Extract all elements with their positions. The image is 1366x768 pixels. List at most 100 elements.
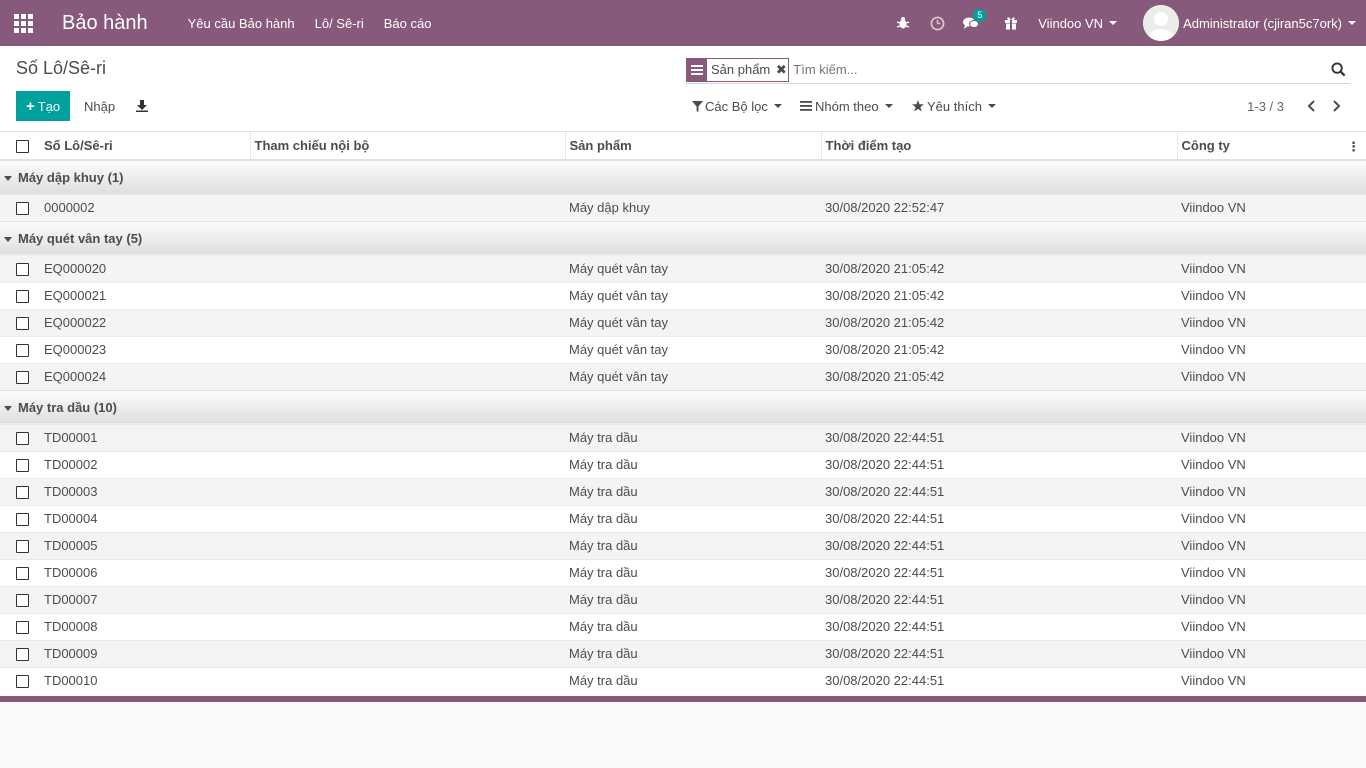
select-all-checkbox[interactable] (16, 140, 29, 154)
cell-date: 30/08/2020 22:44:51 (821, 585, 1177, 613)
column-header-company[interactable]: Công ty ⋮ (1176, 132, 1366, 161)
cell-lot: TD00002 (40, 450, 250, 478)
user-menu[interactable]: Administrator (cjiran5c7ork) (1143, 5, 1356, 41)
row-checkbox[interactable] (16, 675, 29, 689)
cell-product: Máy tra dầu (565, 477, 821, 505)
cell-product: Máy dập khuy (565, 193, 821, 221)
row-checkbox[interactable] (16, 594, 29, 608)
table-row[interactable]: 0000002 Máy dập khuy 30/08/2020 22:52:47 Vi… (0, 193, 1366, 221)
cell-lot: 0000002 (40, 193, 250, 221)
column-header-ref[interactable]: Tham chiếu nội bộ (249, 132, 565, 161)
row-checkbox[interactable] (16, 263, 29, 277)
row-checkbox[interactable] (16, 513, 29, 527)
group-row[interactable]: Máy dập khuy (1) (0, 159, 1366, 194)
chevron-left-icon[interactable] (1298, 93, 1324, 119)
table-row[interactable]: EQ000020 Máy quét vân tay 30/08/2020 21:05… (0, 254, 1366, 282)
row-checkbox[interactable] (16, 371, 29, 385)
row-checkbox[interactable] (16, 459, 29, 473)
favorites-dropdown[interactable]: Yêu thích (912, 91, 996, 121)
cell-product: Máy tra dầu (565, 450, 821, 478)
cell-company: Viindoo VN (1177, 423, 1366, 451)
table-body: Máy dập khuy (1) 0000002 Máy dập khuy 30/08… (0, 159, 1366, 694)
app-title[interactable]: Bảo hành (62, 12, 148, 35)
caret-down-icon (4, 405, 12, 411)
cell-lot: EQ000020 (40, 254, 250, 282)
table-row[interactable]: TD00009 Máy tra dầu 30/08/2020 22:44:51 Vii… (0, 639, 1366, 667)
row-select-cell (0, 362, 40, 390)
row-checkbox[interactable] (16, 621, 29, 635)
group-row[interactable]: Máy tra dầu (10) (0, 389, 1366, 424)
chevron-right-icon[interactable] (1324, 93, 1350, 119)
search-icon[interactable] (1326, 62, 1350, 77)
table-row[interactable]: TD00007 Máy tra dầu 30/08/2020 22:44:51 Vii… (0, 585, 1366, 613)
group-row[interactable]: Máy quét vân tay (5) (0, 220, 1366, 255)
groupby-dropdown[interactable]: Nhóm theo (800, 91, 893, 121)
table-row[interactable]: EQ000023 Máy quét vân tay 30/08/2020 21:05… (0, 335, 1366, 363)
menu-lots-serials[interactable]: Lô/ Sê-ri (315, 16, 364, 31)
cell-product: Máy quét vân tay (565, 254, 821, 282)
row-checkbox[interactable] (16, 486, 29, 500)
table-row[interactable]: TD00005 Máy tra dầu 30/08/2020 22:44:51 Vii… (0, 531, 1366, 559)
row-checkbox[interactable] (16, 567, 29, 581)
navbar-systray: 5 Viindoo VN Administrator (cjiran5c7ork… (886, 0, 1366, 46)
pager-value[interactable]: 1-3 / 3 (1247, 99, 1284, 114)
lot-serial-table: Số Lô/Sê-ri Tham chiếu nội bộ Sản phẩm T… (0, 132, 1366, 694)
facet-value: Sản phẩm (711, 62, 771, 77)
row-select-cell (0, 193, 40, 221)
table-row[interactable]: TD00008 Máy tra dầu 30/08/2020 22:44:51 Vii… (0, 612, 1366, 640)
table-row[interactable]: TD00010 Máy tra dầu 30/08/2020 22:44:51 Vii… (0, 666, 1366, 694)
search-input[interactable] (793, 58, 1326, 81)
create-button[interactable]: + Tạo (16, 91, 71, 121)
table-row[interactable]: TD00003 Máy tra dầu 30/08/2020 22:44:51 Vii… (0, 477, 1366, 505)
clock-icon[interactable] (920, 0, 954, 46)
cell-company: Viindoo VN (1177, 450, 1366, 478)
column-header-lot[interactable]: Số Lô/Sê-ri (40, 132, 250, 161)
column-header-company-label: Công ty (1181, 138, 1230, 153)
row-checkbox[interactable] (16, 540, 29, 554)
cell-product: Máy tra dầu (565, 585, 821, 613)
apps-grid-icon[interactable] (0, 0, 46, 46)
chevron-down-icon (987, 104, 996, 108)
table-row[interactable]: EQ000021 Máy quét vân tay 30/08/2020 21:05… (0, 281, 1366, 309)
import-button[interactable]: Nhập (76, 91, 123, 121)
row-checkbox[interactable] (16, 317, 29, 331)
download-icon[interactable] (130, 91, 154, 121)
row-checkbox[interactable] (16, 290, 29, 304)
cell-product: Máy tra dầu (565, 612, 821, 640)
row-checkbox[interactable] (16, 648, 29, 662)
table-row[interactable]: TD00004 Máy tra dầu 30/08/2020 22:44:51 Vii… (0, 504, 1366, 532)
filters-dropdown[interactable]: Các Bộ lọc (692, 91, 782, 121)
menu-reports[interactable]: Báo cáo (384, 16, 432, 31)
row-checkbox[interactable] (16, 432, 29, 446)
user-name: Administrator (cjiran5c7ork) (1183, 15, 1342, 31)
cell-lot: EQ000022 (40, 308, 250, 336)
company-switcher[interactable]: Viindoo VN (1038, 16, 1118, 31)
gift-icon[interactable] (994, 0, 1028, 46)
cell-ref (250, 423, 565, 451)
table-row[interactable]: TD00006 Máy tra dầu 30/08/2020 22:44:51 Vii… (0, 558, 1366, 586)
cell-lot: EQ000023 (40, 335, 250, 363)
table-row[interactable]: EQ000024 Máy quét vân tay 30/08/2020 21:05… (0, 362, 1366, 390)
cell-ref (250, 308, 565, 336)
row-checkbox[interactable] (16, 344, 29, 358)
search-box: Sản phẩm ✖ (686, 56, 1350, 84)
column-options-icon[interactable]: ⋮ (1347, 139, 1360, 155)
bug-icon[interactable] (886, 0, 920, 46)
filters-label: Các Bộ lọc (705, 98, 768, 114)
cell-lot: EQ000021 (40, 281, 250, 309)
cell-date: 30/08/2020 22:44:51 (821, 612, 1177, 640)
cell-company: Viindoo VN (1177, 585, 1366, 613)
row-checkbox[interactable] (16, 202, 29, 216)
table-row[interactable]: EQ000022 Máy quét vân tay 30/08/2020 21:05… (0, 308, 1366, 336)
close-icon[interactable]: ✖ (774, 62, 788, 78)
cell-date: 30/08/2020 22:44:51 (821, 639, 1177, 667)
star-icon (912, 100, 924, 112)
search-facet[interactable]: Sản phẩm ✖ (686, 57, 790, 82)
cell-date: 30/08/2020 22:44:51 (821, 423, 1177, 451)
column-header-product[interactable]: Sản phẩm (564, 132, 821, 161)
menu-warranty-requests[interactable]: Yêu cầu Bảo hành (188, 16, 295, 31)
table-row[interactable]: TD00001 Máy tra dầu 30/08/2020 22:44:51 Vii… (0, 423, 1366, 451)
column-header-date[interactable]: Thời điểm tạo (820, 132, 1177, 161)
table-row[interactable]: TD00002 Máy tra dầu 30/08/2020 22:44:51 Vii… (0, 450, 1366, 478)
chat-icon[interactable]: 5 (954, 0, 988, 46)
